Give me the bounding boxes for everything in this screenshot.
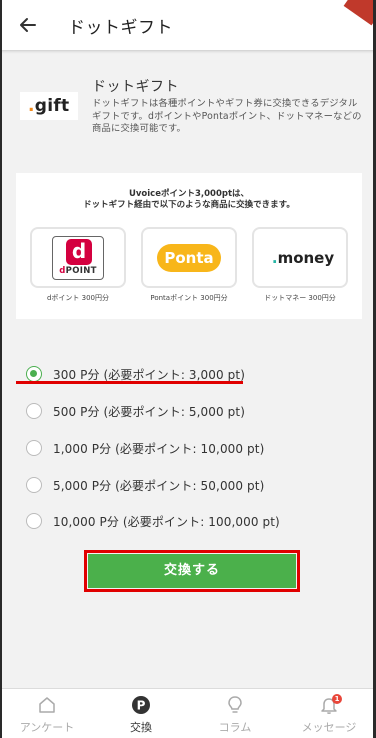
back-button[interactable] (14, 11, 42, 39)
highlight-underline (16, 381, 243, 384)
option-5000p[interactable]: 5,000 P分 (必要ポイント: 50,000 pt) (24, 474, 324, 498)
panel-heading-line1: Uvoiceポイント3,000ptは、 (128, 189, 250, 199)
dpoint-card: d dPOINT (30, 227, 126, 288)
nav-item-survey[interactable]: アンケート (0, 689, 94, 738)
radio-button[interactable] (26, 477, 42, 493)
dpoint-d-mark: d (66, 239, 92, 265)
house-icon (39, 697, 55, 713)
nav-item-column[interactable]: コラム (188, 689, 282, 738)
intro-title: ドットギフト (92, 79, 179, 95)
dotmoney-card: .money (252, 227, 348, 288)
nav-label: メッセージ (301, 721, 357, 734)
radio-button[interactable] (26, 513, 42, 529)
intro-description: ドットギフトは各種ポイントやギフト券に交換できるデジタルギフトです。dポイントや… (92, 98, 362, 134)
lightbulb-icon (228, 696, 242, 713)
option-label: 1,000 P分 (必要ポイント: 10,000 pt) (53, 442, 265, 456)
nav-item-message[interactable]: 1 メッセージ (282, 689, 376, 738)
app-header: ドットギフト (0, 0, 376, 50)
exchange-button[interactable]: 交換する (88, 554, 296, 588)
option-10000p[interactable]: 10,000 P分 (必要ポイント: 100,000 pt) (24, 510, 324, 534)
dotmoney-logo-text: money (277, 249, 335, 267)
panel-heading: Uvoiceポイント3,000ptは、 ドットギフト経由で以下のような商品に交換… (16, 189, 362, 211)
nav-label: 交換 (130, 721, 152, 734)
gift-panel: Uvoiceポイント3,000ptは、 ドットギフト経由で以下のような商品に交換… (16, 173, 362, 319)
notification-badge: 1 (332, 694, 342, 704)
dpoint-wordmark-rest: POINT (65, 266, 97, 276)
panel-heading-line2: ドットギフト経由で以下のような商品に交換できます。 (83, 200, 295, 210)
page-title: ドットギフト (68, 18, 173, 38)
arrow-left-icon (20, 18, 36, 32)
dotmoney-logo: .money (266, 247, 340, 269)
svg-text:P: P (137, 699, 146, 713)
dpoint-wordmark: dPOINT (53, 266, 103, 276)
window-frame-left (0, 0, 2, 738)
option-label: 10,000 P分 (必要ポイント: 100,000 pt) (53, 515, 280, 529)
radio-button[interactable] (26, 440, 42, 456)
corner-ribbon (343, 0, 376, 26)
dotgift-logo: .gift (20, 92, 78, 120)
dotmoney-card-label: ドットマネー 300円分 (264, 294, 336, 302)
nav-label: コラム (218, 721, 252, 734)
point-p-icon: P (132, 696, 150, 714)
nav-label: アンケート (19, 721, 75, 734)
radio-button-selected[interactable] (26, 366, 42, 382)
option-1000p[interactable]: 1,000 P分 (必要ポイント: 10,000 pt) (24, 437, 324, 461)
option-label: 5,000 P分 (必要ポイント: 50,000 pt) (53, 479, 265, 493)
logo-dot: . (28, 96, 35, 116)
dpoint-card-label: dポイント 300円分 (46, 294, 110, 302)
intro-section: .gift ドットギフト ドットギフトは各種ポイントやギフト券に交換できるデジタ… (0, 50, 376, 162)
logo-text: gift (34, 96, 70, 116)
ponta-card: Ponta (141, 227, 237, 288)
bottom-nav: アンケート P 交換 コラム 1 メッセージ (0, 688, 376, 738)
dpoint-logo: d dPOINT (52, 236, 104, 280)
option-label: 500 P分 (必要ポイント: 5,000 pt) (53, 405, 245, 419)
ponta-card-label: Pontaポイント 300円分 (150, 294, 228, 302)
radio-button[interactable] (26, 403, 42, 419)
ponta-logo: Ponta (157, 244, 221, 272)
option-500p[interactable]: 500 P分 (必要ポイント: 5,000 pt) (24, 400, 324, 424)
nav-item-exchange[interactable]: P 交換 (94, 689, 188, 738)
